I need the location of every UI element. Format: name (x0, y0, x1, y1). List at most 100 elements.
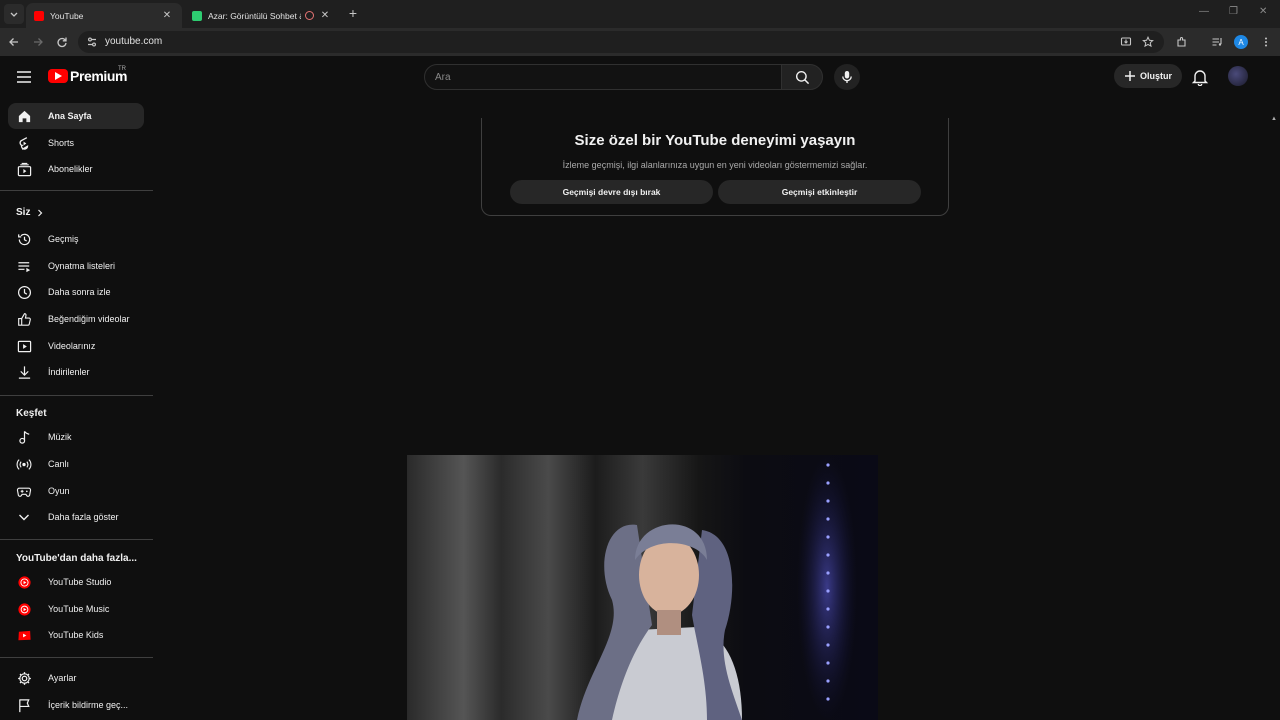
sidebar-item-settings[interactable]: Ayarlar (8, 665, 144, 691)
youtube-logo-icon (48, 69, 68, 83)
search-input[interactable] (435, 69, 765, 85)
sidebar-item-your-videos[interactable]: Videolarınız (8, 333, 144, 359)
sidebar-item-label: Daha sonra izle (48, 287, 111, 297)
sidebar-item-shorts[interactable]: Shorts (8, 130, 144, 156)
chevron-right-icon (38, 209, 43, 216)
youtube-premium-logo[interactable]: Premium TR (48, 66, 128, 84)
install-app-button[interactable] (1118, 34, 1134, 50)
sidebar-item-live[interactable]: Canlı (8, 451, 144, 477)
sidebar-divider (0, 539, 153, 540)
sidebar-section-title: Siz (16, 207, 31, 218)
extensions-button[interactable] (1174, 34, 1190, 50)
history-off-notice: Size özel bir YouTube deneyimi yaşayın İ… (481, 118, 949, 216)
tab-title: Azar: Görüntülü Sohbet & Y (208, 10, 301, 21)
sidebar-item-youtube-studio[interactable]: YouTube Studio (8, 569, 144, 595)
sidebar-item-label: Shorts (48, 138, 75, 148)
close-tab-icon[interactable]: ✕ (160, 9, 174, 23)
sidebar-section-title: Keşfet (16, 408, 47, 419)
browser-toolbar: youtube.com (0, 28, 1280, 56)
flag-icon (16, 697, 32, 713)
sidebar-item-label: YouTube Studio (48, 577, 112, 587)
sidebar-item-subscriptions[interactable]: Abonelikler (8, 156, 144, 182)
install-icon (1120, 37, 1132, 46)
thumbs-up-icon (16, 311, 32, 327)
recording-icon (305, 11, 314, 20)
sidebar-item-watch-later[interactable]: Daha sonra izle (8, 279, 144, 305)
live-icon (16, 456, 32, 472)
new-tab-button[interactable]: + (345, 5, 361, 21)
sidebar-item-playlists[interactable]: Oynatma listeleri (8, 253, 144, 279)
sidebar-item-label: Ana Sayfa (48, 111, 92, 121)
youtube-kids-icon (16, 627, 32, 643)
voice-search-button[interactable] (834, 64, 860, 90)
queue-music-icon (1212, 38, 1222, 46)
hamburger-menu-icon[interactable] (14, 68, 34, 86)
enable-history-button[interactable]: Geçmişi etkinleştir (718, 180, 921, 204)
video-preview[interactable] (407, 455, 878, 720)
youtube-music-icon (16, 601, 32, 617)
browser-tab-youtube[interactable]: YouTube ✕ (26, 3, 182, 28)
history-icon (16, 231, 32, 247)
reload-button[interactable] (54, 34, 70, 50)
sidebar-item-label: Videolarınız (48, 341, 96, 351)
sidebar-you-header[interactable]: Siz (16, 207, 44, 218)
minimize-icon[interactable]: — (1199, 6, 1209, 17)
sidebar-item-gaming[interactable]: Oyun (8, 478, 144, 504)
sidebar-item-youtube-music[interactable]: YouTube Music (8, 596, 144, 622)
tab-search-dropdown[interactable] (4, 4, 24, 24)
browser-menu-button[interactable] (1258, 34, 1274, 50)
close-window-icon[interactable]: ✕ (1259, 6, 1267, 17)
sidebar-item-label: Müzik (48, 432, 72, 442)
bookmark-button[interactable] (1140, 34, 1156, 50)
account-avatar[interactable] (1228, 66, 1248, 86)
sidebar-item-home[interactable]: Ana Sayfa (8, 103, 144, 129)
sidebar-item-youtube-kids[interactable]: YouTube Kids (8, 622, 144, 648)
notice-subtitle: İzleme geçmişi, ilgi alanlarınıza uygun … (562, 160, 868, 170)
media-controls-button[interactable] (1209, 34, 1225, 50)
notice-title: Size özel bir YouTube deneyimi yaşayın (574, 132, 856, 149)
sidebar-item-label: Abonelikler (48, 164, 93, 174)
subscriptions-icon (16, 161, 32, 177)
home-icon (16, 108, 32, 124)
sidebar-item-label: İçerik bildirme geç... (48, 700, 129, 710)
create-button[interactable]: Oluştur (1114, 64, 1182, 88)
browser-profile-avatar[interactable]: A (1234, 35, 1248, 49)
browser-tabstrip: YouTube ✕ Azar: Görüntülü Sohbet & Y ✕ +… (0, 0, 1280, 28)
search-button[interactable] (781, 64, 823, 90)
sidebar-item-label: Beğendiğim videolar (48, 314, 130, 324)
more-vert-icon (1265, 37, 1267, 47)
restore-icon[interactable]: ❐ (1229, 6, 1238, 17)
back-button[interactable] (6, 34, 22, 50)
star-icon (1142, 36, 1154, 48)
sidebar-explore-header: Keşfet (16, 408, 47, 419)
disable-history-button[interactable]: Geçmişi devre dışı bırak (510, 180, 713, 204)
sidebar-item-history[interactable]: Geçmiş (8, 226, 144, 252)
sidebar-item-show-more[interactable]: Daha fazla göster (8, 504, 144, 530)
sidebar-item-music[interactable]: Müzik (8, 424, 144, 450)
sidebar-section-title: YouTube'dan daha fazla... (16, 553, 137, 564)
gaming-icon (16, 483, 32, 499)
sidebar-item-downloads[interactable]: İndirilenler (8, 359, 144, 385)
sidebar-item-label: İndirilenler (48, 367, 90, 377)
logo-country-code: TR (118, 66, 126, 72)
sidebar-divider (0, 395, 153, 396)
notifications-bell-icon[interactable] (1191, 68, 1209, 86)
sidebar-item-label: Ayarlar (48, 673, 77, 683)
close-tab-icon[interactable]: ✕ (318, 9, 332, 23)
browser-tab-azar[interactable]: Azar: Görüntülü Sohbet & Y ✕ (184, 3, 340, 28)
search-icon (795, 70, 809, 84)
sidebar-item-report-history[interactable]: İçerik bildirme geç... (8, 692, 144, 718)
your-videos-icon (16, 338, 32, 354)
address-bar-url: youtube.com (105, 36, 163, 47)
sidebar-divider (0, 190, 153, 191)
puzzle-icon (1177, 36, 1186, 47)
create-button-label: Oluştur (1139, 71, 1172, 81)
site-info-icon[interactable] (86, 36, 98, 48)
scroll-up-arrow-icon[interactable]: ▲ (1271, 116, 1277, 122)
plus-icon (1124, 71, 1135, 81)
youtube-studio-icon (16, 574, 32, 590)
address-bar[interactable]: youtube.com (78, 31, 1164, 53)
clock-icon (16, 284, 32, 300)
sidebar-item-liked-videos[interactable]: Beğendiğim videolar (8, 306, 144, 332)
forward-button[interactable] (30, 34, 46, 50)
